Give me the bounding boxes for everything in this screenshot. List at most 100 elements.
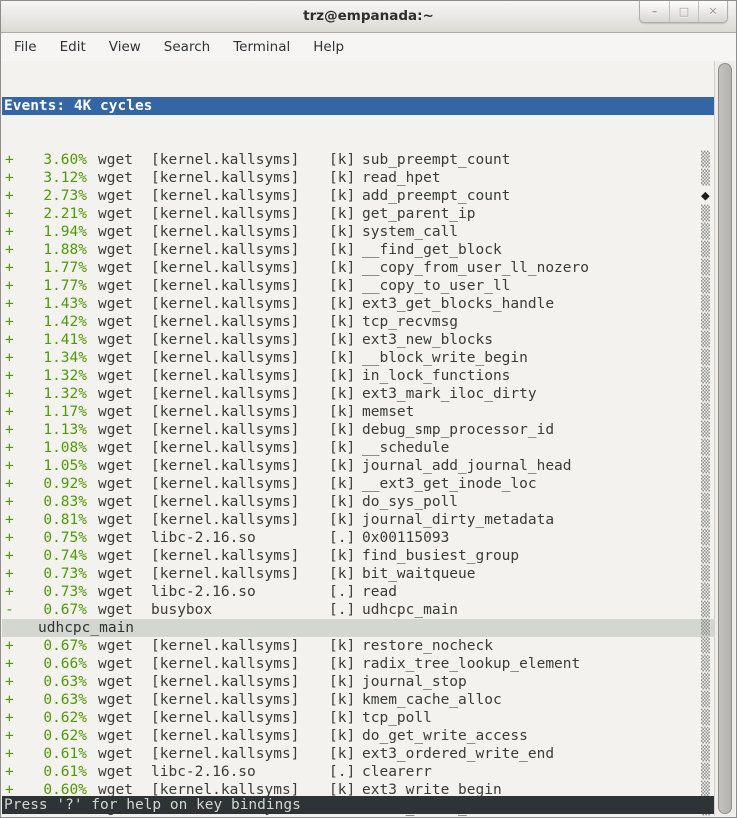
- cell-symbol: clearerr: [362, 763, 714, 781]
- cell-percent: 1.94%: [43, 223, 87, 241]
- cell-marker: +: [5, 187, 43, 205]
- tui-scroll-track-icon: ▒: [701, 223, 711, 241]
- cell-object: [kernel.kallsyms]: [151, 493, 329, 511]
- title-bar[interactable]: trz@empanada:~ – □ ✕: [1, 1, 736, 33]
- menu-view[interactable]: View: [100, 35, 150, 59]
- cell-object: libc-2.16.so: [151, 763, 329, 781]
- cell-object: [kernel.kallsyms]: [151, 331, 329, 349]
- cell-marker: +: [5, 385, 43, 403]
- cell-object: [kernel.kallsyms]: [151, 151, 329, 169]
- perf-row: +1.05%wget[kernel.kallsyms][k]journal_ad…: [2, 457, 714, 475]
- cell-marker: +: [5, 547, 43, 565]
- cell-object: [kernel.kallsyms]: [151, 277, 329, 295]
- menu-terminal[interactable]: Terminal: [224, 35, 299, 59]
- cell-percent: 1.43%: [43, 295, 87, 313]
- cell-symbol: journal_add_journal_head: [362, 457, 714, 475]
- cell-marker: +: [5, 565, 43, 583]
- tui-scroll-track-icon: ▒: [701, 457, 711, 475]
- menu-help[interactable]: Help: [304, 35, 353, 59]
- minimize-icon[interactable]: –: [640, 1, 669, 22]
- perf-row: +1.88%wget[kernel.kallsyms][k]__find_get…: [2, 241, 714, 259]
- cell-percent: 0.81%: [43, 511, 87, 529]
- cell-command: wget: [98, 745, 151, 763]
- cell-mode: [k]: [329, 205, 362, 223]
- cell-percent: 1.13%: [43, 421, 87, 439]
- cell-mode: [k]: [329, 493, 362, 511]
- perf-row: +1.32%wget[kernel.kallsyms][k]ext3_mark_…: [2, 385, 714, 403]
- cell-percent: 0.61%: [43, 745, 87, 763]
- cell-object: [kernel.kallsyms]: [151, 169, 329, 187]
- cell-symbol: __block_write_begin: [362, 349, 714, 367]
- menu-file[interactable]: File: [5, 35, 46, 59]
- cell-command: wget: [98, 529, 151, 547]
- cell-object: [kernel.kallsyms]: [151, 565, 329, 583]
- cell-object: [kernel.kallsyms]: [151, 367, 329, 385]
- cell-percent: 0.83%: [43, 493, 87, 511]
- cell-percent: 0.63%: [43, 673, 87, 691]
- window-title: trz@empanada:~: [1, 8, 736, 24]
- callchain-symbol: udhcpc_main: [38, 619, 134, 637]
- cell-mode: [k]: [329, 277, 362, 295]
- cell-command: wget: [98, 313, 151, 331]
- cell-percent: 0.73%: [43, 565, 87, 583]
- cell-command: wget: [98, 565, 151, 583]
- scrollbar[interactable]: [714, 61, 735, 816]
- close-icon[interactable]: ✕: [698, 1, 727, 22]
- cell-object: [kernel.kallsyms]: [151, 691, 329, 709]
- tui-scroll-track-icon: ▒: [701, 529, 711, 547]
- window-controls: – □ ✕: [639, 1, 728, 23]
- perf-events-header: Events: 4K cycles: [2, 97, 714, 115]
- cell-object: [kernel.kallsyms]: [151, 403, 329, 421]
- perf-row: +0.73%wget[kernel.kallsyms][k]bit_waitqu…: [2, 565, 714, 583]
- maximize-icon[interactable]: □: [669, 1, 698, 22]
- cell-mode: [k]: [329, 403, 362, 421]
- cell-mode: [.]: [329, 763, 362, 781]
- cell-mode: [k]: [329, 565, 362, 583]
- cell-percent: 1.32%: [43, 367, 87, 385]
- cell-marker: +: [5, 223, 43, 241]
- cell-symbol: sub_preempt_count: [362, 151, 714, 169]
- tui-scroll-track-icon: ▒: [701, 241, 711, 259]
- tui-scroll-track-icon: ▒: [701, 547, 711, 565]
- perf-row: +1.94%wget[kernel.kallsyms][k]system_cal…: [2, 223, 714, 241]
- cell-marker: +: [5, 475, 43, 493]
- cell-symbol: ext3_get_blocks_handle: [362, 295, 714, 313]
- tui-scroll-track-icon: ▒: [701, 439, 711, 457]
- perf-row: +1.13%wget[kernel.kallsyms][k]debug_smp_…: [2, 421, 714, 439]
- cell-command: wget: [98, 547, 151, 565]
- cell-percent: 1.77%: [43, 277, 87, 295]
- cell-mode: [k]: [329, 475, 362, 493]
- cell-command: wget: [98, 187, 151, 205]
- perf-row: +0.62%wget[kernel.kallsyms][k]do_get_wri…: [2, 727, 714, 745]
- cell-object: [kernel.kallsyms]: [151, 313, 329, 331]
- cell-percent: 1.41%: [43, 331, 87, 349]
- cell-marker: -: [5, 601, 43, 619]
- tui-scroll-track-icon: ▒: [701, 295, 711, 313]
- cell-marker: +: [5, 241, 43, 259]
- tui-scroll-track-icon: ▒: [701, 511, 711, 529]
- tui-scroll-track-icon: ▒: [701, 583, 711, 601]
- cell-object: [kernel.kallsyms]: [151, 223, 329, 241]
- tui-scroll-track-icon: ▒: [701, 691, 711, 709]
- tui-scroll-track-icon: ▒: [701, 259, 711, 277]
- tui-scroll-track-icon: ▒: [701, 277, 711, 295]
- cell-mode: [k]: [329, 673, 362, 691]
- cell-object: busybox: [151, 601, 329, 619]
- cell-command: wget: [98, 295, 151, 313]
- scrollbar-thumb[interactable]: [718, 63, 732, 814]
- perf-row: +1.43%wget[kernel.kallsyms][k]ext3_get_b…: [2, 295, 714, 313]
- cell-object: [kernel.kallsyms]: [151, 727, 329, 745]
- cell-command: wget: [98, 601, 151, 619]
- cell-object: [kernel.kallsyms]: [151, 673, 329, 691]
- terminal-rows: +3.60%wget[kernel.kallsyms][k]sub_preemp…: [2, 151, 714, 816]
- menu-search[interactable]: Search: [155, 35, 219, 59]
- menu-edit[interactable]: Edit: [51, 35, 95, 59]
- cell-mode: [k]: [329, 439, 362, 457]
- terminal-screen[interactable]: Events: 4K cycles +3.60%wget[kernel.kall…: [2, 61, 714, 816]
- perf-row: +0.83%wget[kernel.kallsyms][k]do_sys_pol…: [2, 493, 714, 511]
- perf-row: +0.74%wget[kernel.kallsyms][k]find_busie…: [2, 547, 714, 565]
- cell-percent: 1.42%: [43, 313, 87, 331]
- cell-marker: +: [5, 583, 43, 601]
- cell-object: [kernel.kallsyms]: [151, 511, 329, 529]
- cell-command: wget: [98, 727, 151, 745]
